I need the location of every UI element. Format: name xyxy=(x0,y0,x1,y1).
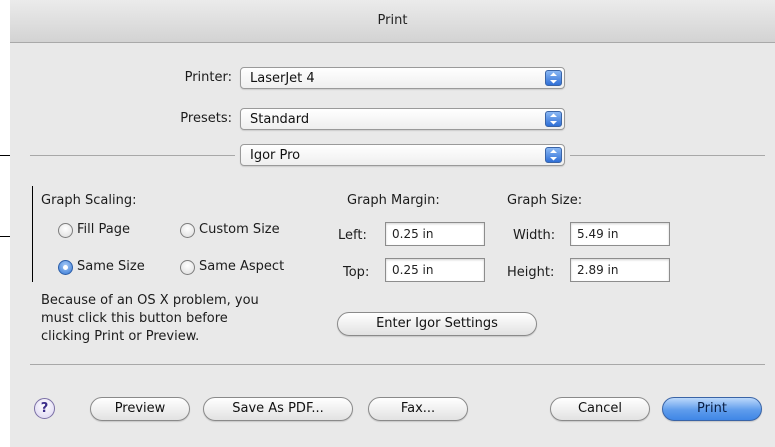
margin-top-input[interactable] xyxy=(386,259,484,281)
radio-same-size[interactable] xyxy=(58,260,73,275)
popup-arrows-icon xyxy=(545,147,562,163)
printer-popup[interactable]: LaserJet 4 xyxy=(240,67,565,89)
radio-same-aspect[interactable] xyxy=(180,260,195,275)
panel-separator-right xyxy=(570,155,765,156)
cancel-button[interactable]: Cancel xyxy=(550,397,650,421)
panel-value: Igor Pro xyxy=(250,148,301,163)
note-line-1: Because of an OS X problem, you xyxy=(41,293,259,308)
radio-label-same-size[interactable]: Same Size xyxy=(77,259,145,274)
size-width-label: Width: xyxy=(513,228,556,243)
panel-popup[interactable]: Igor Pro xyxy=(240,144,565,166)
margin-left-field[interactable] xyxy=(385,222,485,246)
size-height-label: Height: xyxy=(507,265,555,280)
size-height-field[interactable] xyxy=(570,258,670,282)
presets-label: Presets: xyxy=(180,111,232,126)
help-icon[interactable]: ? xyxy=(34,398,55,419)
window-title: Print xyxy=(377,13,408,28)
printer-value: LaserJet 4 xyxy=(250,71,315,86)
size-height-input[interactable] xyxy=(571,259,669,281)
margin-heading: Graph Margin: xyxy=(347,193,440,208)
size-width-input[interactable] xyxy=(571,223,669,245)
fax-button[interactable]: Fax... xyxy=(368,397,468,421)
popup-arrows-icon xyxy=(545,111,562,127)
note-line-2: must click this button before xyxy=(41,311,228,326)
size-heading: Graph Size: xyxy=(507,193,583,208)
margin-top-label: Top: xyxy=(343,265,370,280)
margin-top-field[interactable] xyxy=(385,258,485,282)
radio-label-fill-page[interactable]: Fill Page xyxy=(77,222,130,237)
size-width-field[interactable] xyxy=(570,222,670,246)
note-line-3: clicking Print or Preview. xyxy=(41,329,200,344)
margin-left-label: Left: xyxy=(338,228,367,243)
presets-value: Standard xyxy=(250,112,310,127)
presets-popup[interactable]: Standard xyxy=(240,108,565,130)
radio-label-custom-size[interactable]: Custom Size xyxy=(199,222,280,237)
print-dialog: Print Printer: LaserJet 4 Presets: Stand… xyxy=(10,0,775,447)
scaling-heading: Graph Scaling: xyxy=(41,193,137,208)
scaling-bracket xyxy=(32,186,33,282)
preview-button[interactable]: Preview xyxy=(90,397,190,421)
printer-label: Printer: xyxy=(184,70,232,85)
enter-igor-settings-button[interactable]: Enter Igor Settings xyxy=(337,312,537,336)
footer-separator xyxy=(30,364,765,365)
save-as-pdf-button[interactable]: Save As PDF... xyxy=(203,397,353,421)
radio-label-same-aspect[interactable]: Same Aspect xyxy=(199,259,284,274)
popup-arrows-icon xyxy=(545,70,562,86)
panel-separator-left xyxy=(30,155,235,156)
title-bar[interactable]: Print xyxy=(10,0,775,43)
margin-left-input[interactable] xyxy=(386,223,484,245)
print-button[interactable]: Print xyxy=(662,397,762,421)
radio-custom-size[interactable] xyxy=(180,223,195,238)
radio-fill-page[interactable] xyxy=(58,223,73,238)
